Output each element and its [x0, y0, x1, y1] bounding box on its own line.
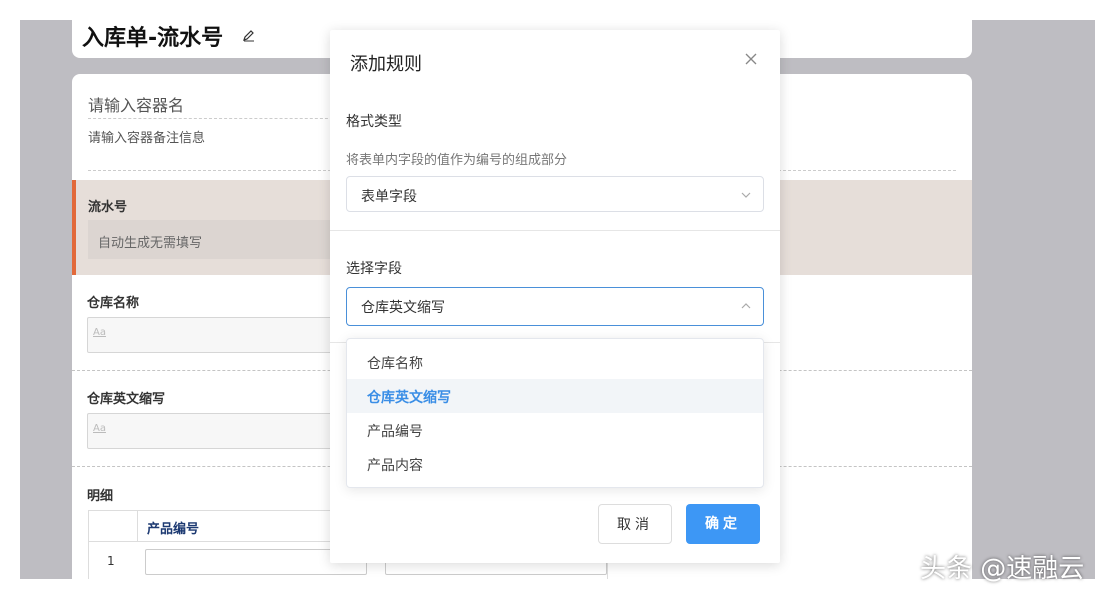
serial-value: 自动生成无需填写: [88, 220, 338, 259]
warehouse-en-input[interactable]: Aa: [87, 413, 337, 449]
table-column-divider: [137, 511, 138, 541]
warehouse-name-label: 仓库名称: [87, 296, 140, 311]
format-type-select[interactable]: 表单字段: [346, 176, 764, 212]
select-field-select[interactable]: 仓库英文缩写: [346, 287, 764, 326]
divider: [88, 118, 338, 119]
backdrop-right: [972, 20, 1095, 579]
cancel-button[interactable]: 取消: [598, 504, 672, 544]
option-product-code[interactable]: 产品编号: [347, 413, 763, 447]
serial-label: 流水号: [88, 200, 128, 215]
divider: [330, 230, 780, 231]
warehouse-en-label: 仓库英文缩写: [87, 392, 166, 407]
select-field-value: 仓库英文缩写: [361, 300, 445, 316]
option-warehouse-en[interactable]: 仓库英文缩写: [347, 379, 763, 413]
format-type-hint: 将表单内字段的值作为编号的组成部分: [346, 153, 568, 168]
option-warehouse-name[interactable]: 仓库名称: [347, 345, 763, 379]
chevron-down-icon: [741, 192, 751, 198]
field-options-dropdown: 仓库名称 仓库英文缩写 产品编号 产品内容: [346, 338, 764, 488]
text-type-icon: Aa: [93, 327, 106, 338]
confirm-button[interactable]: 确定: [686, 504, 760, 544]
container-name-input[interactable]: 请输入容器名: [88, 92, 184, 116]
watermark: 头条 @速融云: [920, 554, 1085, 584]
page-title: 入库单-流水号: [82, 26, 224, 51]
edit-icon[interactable]: [242, 28, 256, 42]
row-number: 1: [107, 554, 115, 568]
detail-label: 明细: [87, 489, 114, 504]
text-type-icon: Aa: [93, 423, 106, 434]
warehouse-name-input[interactable]: Aa: [87, 317, 337, 353]
select-field-label: 选择字段: [346, 261, 402, 277]
container-note-input[interactable]: 请输入容器备注信息: [88, 127, 205, 146]
format-type-value: 表单字段: [361, 189, 417, 205]
option-product-content[interactable]: 产品内容: [347, 447, 763, 481]
dialog-title: 添加规则: [350, 54, 422, 75]
column-header-product-code: 产品编号: [147, 522, 200, 537]
close-icon[interactable]: [744, 52, 758, 66]
add-rule-dialog: 添加规则 格式类型 将表单内字段的值作为编号的组成部分 表单字段 选择字段 仓库…: [330, 30, 780, 563]
chevron-up-icon: [741, 303, 751, 309]
format-type-label: 格式类型: [346, 114, 402, 130]
